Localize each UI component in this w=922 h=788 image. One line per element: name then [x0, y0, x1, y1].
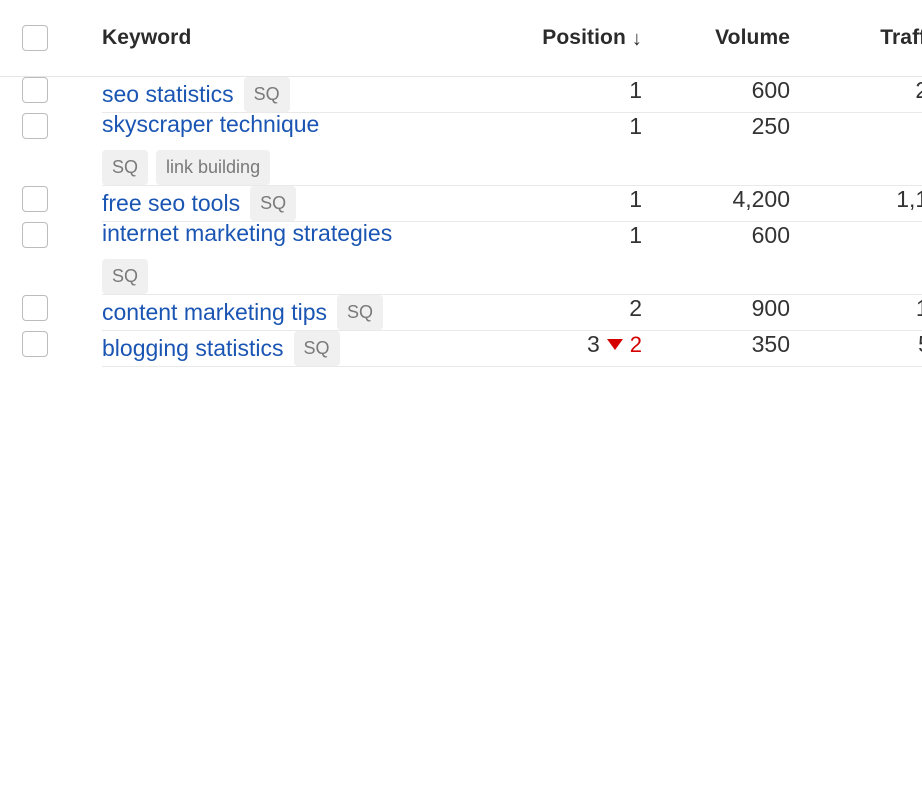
keyword-link[interactable]: free seo tools	[102, 190, 240, 216]
keyword-badge[interactable]: SQ	[250, 186, 296, 221]
traffic-cell: 1,154+71	[790, 185, 922, 221]
position-cell: 32	[482, 330, 642, 366]
traffic-cell: 522–7	[790, 221, 922, 294]
table-row[interactable]: seo statistics SQ 1 600224+25	[0, 76, 922, 112]
select-all-header	[0, 0, 102, 76]
keyword-badge[interactable]: link building	[156, 150, 270, 185]
select-all-checkbox[interactable]	[22, 25, 48, 51]
traffic-value: 224	[915, 77, 922, 104]
row-select-checkbox[interactable]	[22, 77, 48, 103]
row-select-checkbox[interactable]	[22, 186, 48, 212]
row-select-cell	[0, 221, 102, 294]
row-select-checkbox[interactable]	[22, 331, 48, 357]
position-cell: 1	[482, 221, 642, 294]
table-row[interactable]: blogging statisticsSQ3235052–100	[0, 330, 922, 366]
keyword-badge-group: SQ	[102, 259, 482, 294]
volume-cell: 600	[642, 221, 790, 294]
traffic-cell: 164–20	[790, 294, 922, 330]
table-row[interactable]: free seo tools SQ 1 4,2001,154+71	[0, 185, 922, 221]
row-select-cell	[0, 185, 102, 221]
volume-value: 250	[752, 113, 790, 139]
position-value: 3	[587, 331, 600, 358]
position-drop-icon	[607, 339, 623, 350]
keyword-cell: content marketing tips SQ	[102, 294, 482, 330]
column-header-volume[interactable]: Volume	[642, 0, 790, 76]
position-value: 1	[629, 113, 642, 140]
keyword-badge[interactable]: SQ	[294, 331, 340, 366]
row-select-checkbox[interactable]	[22, 222, 48, 248]
traffic-cell: 210	[790, 112, 922, 185]
keyword-cell: skyscraper technique SQlink building	[102, 112, 482, 185]
volume-value: 600	[752, 222, 790, 248]
position-cell: 1	[482, 185, 642, 221]
traffic-value: 52	[918, 331, 922, 358]
table-header-row: Keyword Position ↓ Volume Traffic	[0, 0, 922, 76]
keyword-link[interactable]: skyscraper technique	[102, 111, 319, 137]
column-header-keyword-label: Keyword	[102, 26, 191, 49]
traffic-value: 1,154	[896, 186, 922, 213]
position-cell: 1	[482, 76, 642, 112]
keyword-badge[interactable]: SQ	[337, 295, 383, 330]
row-select-checkbox[interactable]	[22, 295, 48, 321]
position-cell: 2	[482, 294, 642, 330]
volume-value: 600	[752, 77, 790, 103]
column-header-position-label: Position	[542, 26, 626, 50]
keyword-cell: blogging statistics SQ	[102, 330, 482, 366]
traffic-cell: 52–100	[790, 330, 922, 366]
keyword-badge[interactable]: SQ	[102, 150, 148, 185]
position-change-value: 2	[630, 332, 642, 358]
keyword-cell: seo statistics SQ	[102, 76, 482, 112]
row-select-cell	[0, 76, 102, 112]
position-value: 1	[629, 186, 642, 213]
table-row[interactable]: content marketing tips SQ 2 900164–20	[0, 294, 922, 330]
volume-cell: 4,200	[642, 185, 790, 221]
column-header-keyword[interactable]: Keyword	[102, 0, 482, 76]
keyword-badge-group: SQlink building	[102, 150, 482, 185]
keywords-table: Keyword Position ↓ Volume Traffic seo st…	[0, 0, 922, 367]
position-value: 1	[629, 77, 642, 104]
table-row[interactable]: skyscraper technique SQlink building 1 2502…	[0, 112, 922, 185]
row-select-cell	[0, 112, 102, 185]
table-header: Keyword Position ↓ Volume Traffic	[0, 0, 922, 76]
traffic-value: 164	[916, 295, 922, 322]
keyword-link[interactable]: content marketing tips	[102, 299, 327, 325]
volume-value: 4,200	[732, 186, 790, 212]
volume-cell: 250	[642, 112, 790, 185]
table-body: seo statisticsSQ1600224+25skyscraper tec…	[0, 76, 922, 366]
position-cell: 1	[482, 112, 642, 185]
table-row[interactable]: internet marketing strategies SQ 1 600522–7	[0, 221, 922, 294]
column-header-traffic-label: Traffic	[880, 26, 922, 49]
row-select-checkbox[interactable]	[22, 113, 48, 139]
keyword-cell: internet marketing strategies SQ	[102, 221, 482, 294]
keyword-cell: free seo tools SQ	[102, 185, 482, 221]
traffic-cell: 224+25	[790, 76, 922, 112]
sort-descending-icon: ↓	[632, 29, 642, 49]
row-select-cell	[0, 330, 102, 366]
position-value: 1	[629, 222, 642, 249]
column-header-volume-label: Volume	[715, 26, 790, 49]
volume-value: 350	[752, 331, 790, 357]
keyword-badge[interactable]: SQ	[244, 77, 290, 112]
position-value: 2	[629, 295, 642, 322]
keyword-link[interactable]: seo statistics	[102, 81, 234, 107]
volume-value: 900	[752, 295, 790, 321]
column-header-position[interactable]: Position ↓	[482, 0, 642, 76]
column-header-traffic[interactable]: Traffic	[790, 0, 922, 76]
volume-cell: 600	[642, 76, 790, 112]
keyword-link[interactable]: blogging statistics	[102, 335, 284, 361]
volume-cell: 900	[642, 294, 790, 330]
row-select-cell	[0, 294, 102, 330]
keyword-badge[interactable]: SQ	[102, 259, 148, 294]
volume-cell: 350	[642, 330, 790, 366]
keyword-link[interactable]: internet marketing strategies	[102, 220, 392, 246]
